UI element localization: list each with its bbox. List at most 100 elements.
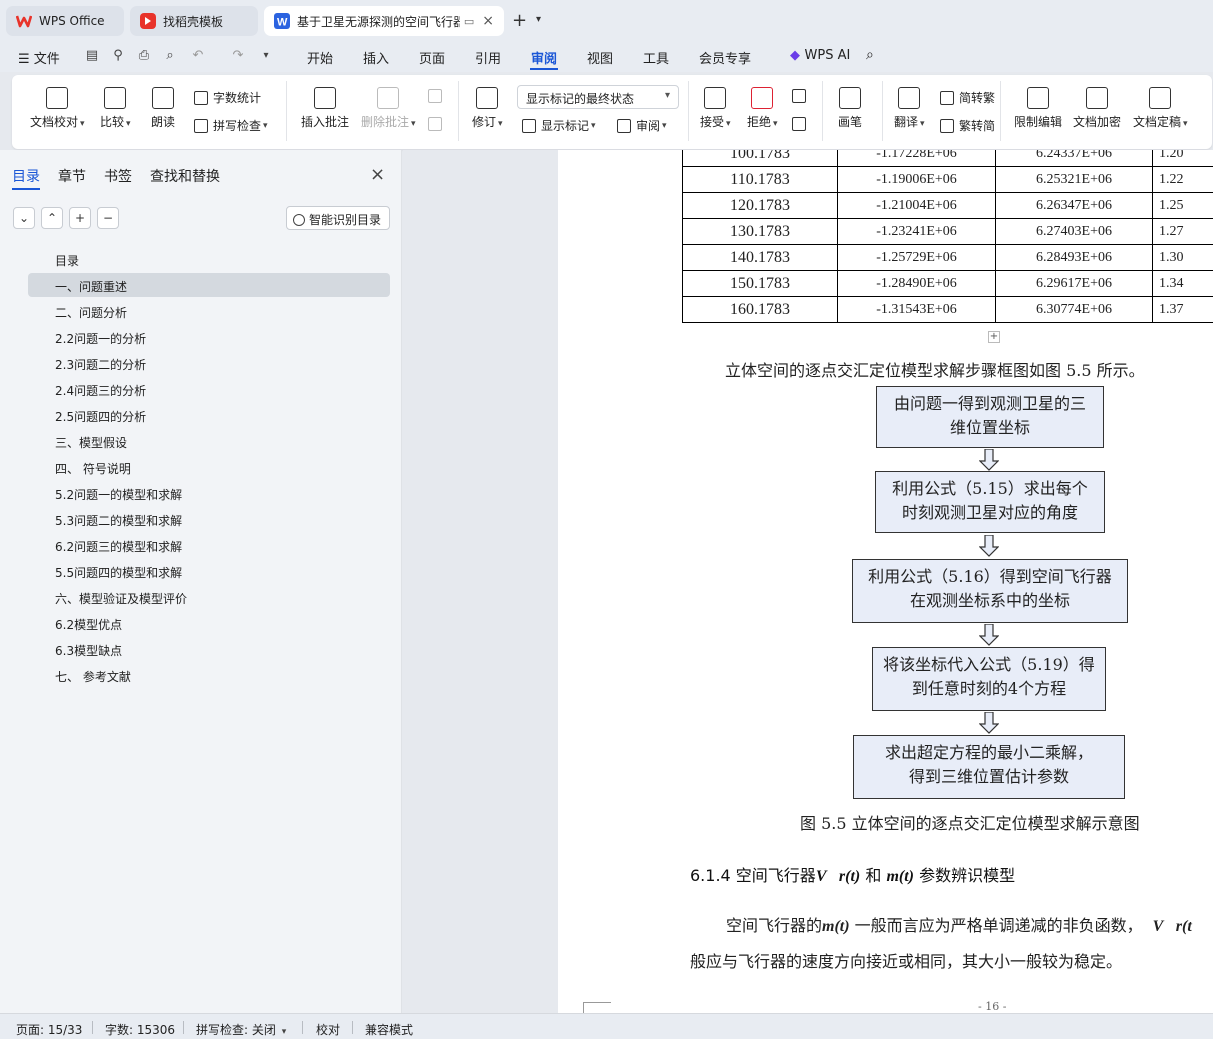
toc-item[interactable]: 5.3问题二的模型和求解	[28, 507, 390, 531]
table-cell: 6.28493E+06	[995, 244, 1153, 271]
tab-docer[interactable]: 找稻壳模板	[130, 6, 258, 36]
toc-item[interactable]: 5.5问题四的模型和求解	[28, 559, 390, 583]
read-aloud-button[interactable]: 朗读	[151, 87, 175, 130]
insert-comment-button[interactable]: 插入批注	[301, 87, 349, 130]
toc-item[interactable]: 6.2问题三的模型和求解	[28, 533, 390, 557]
doc-encrypt-button[interactable]: 文档加密	[1073, 87, 1121, 130]
search-icon[interactable]: ⌕	[866, 47, 874, 63]
close-icon[interactable]: ×	[482, 13, 494, 29]
review-pane-button[interactable]: 审阅 ▾	[617, 117, 667, 134]
toc-item[interactable]: 目录	[28, 247, 390, 271]
next-change-icon[interactable]	[792, 117, 811, 131]
chevron-down-icon[interactable]: ▾	[536, 14, 541, 25]
add-heading-icon[interactable]: +	[69, 207, 91, 229]
pen-icon	[839, 87, 861, 109]
table-cell: 1.27	[1152, 218, 1213, 245]
save-icon[interactable]: ▤	[84, 48, 100, 64]
tab-find-replace[interactable]: 查找和替换	[150, 166, 220, 186]
smart-toc-button[interactable]: 智能识别目录	[286, 206, 390, 230]
doc-proof-button[interactable]: 文档校对 ▾	[30, 87, 85, 130]
delete-comment-button[interactable]: 删除批注 ▾	[361, 87, 416, 130]
status-divider	[183, 1021, 184, 1034]
file-menu[interactable]: ☰ 文件	[18, 48, 60, 67]
traditional-to-simplified-button[interactable]: 繁转简	[940, 117, 995, 134]
tab-chapters[interactable]: 章节	[58, 166, 86, 186]
expand-down-icon[interactable]: ⌄	[13, 207, 35, 229]
tab-bar: WPS Office 找稻壳模板 W 基于卫星无源探测的空间飞行器 ▭ × + …	[0, 0, 1213, 40]
translate-button[interactable]: 翻译 ▾	[894, 87, 925, 130]
doc-finalize-button[interactable]: 文档定稿 ▾	[1133, 87, 1188, 130]
word-count-button[interactable]: 字数统计	[194, 89, 261, 106]
print-preview-icon[interactable]: ⌕	[162, 48, 178, 64]
simplified-to-traditional-button[interactable]: 简转繁	[940, 89, 995, 106]
menu-insert[interactable]: 插入	[363, 48, 389, 67]
menu-member[interactable]: 会员专享	[699, 48, 751, 67]
undo-icon[interactable]: ↶	[190, 48, 206, 64]
track-changes-button[interactable]: 修订 ▾	[472, 87, 503, 130]
toc-item[interactable]: 七、 参考文献	[28, 663, 390, 687]
tab-toc[interactable]: 目录	[12, 166, 40, 186]
toc-item[interactable]: 6.3模型缺点	[28, 637, 390, 661]
reject-button[interactable]: 拒绝 ▾	[747, 87, 778, 130]
toc-item[interactable]: 5.2问题一的模型和求解	[28, 481, 390, 505]
table-cell: 6.29617E+06	[995, 270, 1153, 297]
accept-icon	[704, 87, 727, 109]
flow-step-3: 利用公式（5.16）得到空间飞行器 在观测坐标系中的坐标	[852, 559, 1128, 623]
accept-button[interactable]: 接受 ▾	[700, 87, 731, 130]
toc-item[interactable]: 2.3问题二的分析	[28, 351, 390, 375]
toc-item-selected[interactable]: 一、问题重述	[28, 273, 390, 297]
show-markup-button[interactable]: 显示标记 ▾	[522, 117, 596, 134]
print-icon[interactable]: ⎙	[136, 48, 152, 64]
collapse-up-icon[interactable]: ⌃	[41, 207, 63, 229]
chevron-down-icon[interactable]: ▾	[258, 48, 274, 64]
add-row-icon[interactable]: +	[988, 331, 1000, 343]
reject-icon	[751, 87, 774, 109]
toc-item[interactable]: 6.2模型优点	[28, 611, 390, 635]
remove-heading-icon[interactable]: −	[97, 207, 119, 229]
word-count-indicator[interactable]: 字数: 15306	[105, 1021, 175, 1038]
active-menu-indicator	[530, 68, 558, 70]
table-row: 130.1783 -1.23241E+06 6.27403E+06 1.27	[682, 218, 1213, 245]
document-canvas[interactable]: 100.1783 -1.17228E+06 6.24337E+06 1.20 110.1…	[403, 150, 1213, 1013]
toc-item[interactable]: 六、模型验证及模型评价	[28, 585, 390, 609]
toc-item[interactable]: 三、模型假设	[28, 429, 390, 453]
close-icon[interactable]: ×	[370, 164, 385, 185]
table-cell: 130.1783	[682, 218, 838, 245]
proof-status[interactable]: 校对	[316, 1021, 340, 1038]
menu-reference[interactable]: 引用	[475, 48, 501, 67]
compare-button[interactable]: 比较 ▾	[100, 87, 131, 130]
flow-arrow-icon	[979, 535, 999, 557]
next-comment-icon[interactable]	[428, 117, 447, 131]
table-cell: 6.30774E+06	[995, 296, 1153, 323]
redo-icon[interactable]: ↷	[230, 48, 246, 64]
toc-item[interactable]: 2.2问题一的分析	[28, 325, 390, 349]
share-icon[interactable]: ⚲	[110, 48, 126, 64]
restrict-edit-button[interactable]: 限制编辑	[1014, 87, 1062, 130]
spell-check-status[interactable]: 拼写检查: 关闭 ▾	[196, 1021, 286, 1038]
document-page[interactable]: 100.1783 -1.17228E+06 6.24337E+06 1.20 110.1…	[558, 150, 1213, 1013]
menu-page[interactable]: 页面	[419, 48, 445, 67]
toc-item[interactable]: 二、问题分析	[28, 299, 390, 323]
prev-comment-icon[interactable]	[428, 89, 447, 103]
wps-ai-button[interactable]: ◆ WPS AI	[790, 48, 850, 63]
menu-home[interactable]: 开始	[307, 48, 333, 67]
toc-item[interactable]: 四、 符号说明	[28, 455, 390, 479]
menu-view[interactable]: 视图	[587, 48, 613, 67]
toc-item[interactable]: 2.5问题四的分析	[28, 403, 390, 427]
toc-item[interactable]: 2.4问题三的分析	[28, 377, 390, 401]
tab-label: WPS Office	[39, 14, 105, 28]
pen-button[interactable]: 画笔	[838, 87, 862, 130]
tab-document[interactable]: W 基于卫星无源探测的空间飞行器 ▭ ×	[264, 6, 504, 36]
prev-change-icon[interactable]	[792, 89, 811, 103]
markup-display-select[interactable]: 显示标记的最终状态 ▾	[517, 85, 679, 109]
tab-bookmarks[interactable]: 书签	[104, 166, 132, 186]
new-tab-icon[interactable]: +	[512, 10, 527, 31]
page-indicator[interactable]: 页面: 15/33	[16, 1021, 82, 1038]
spell-check-button[interactable]: 拼写检查 ▾	[194, 117, 268, 134]
lock-doc-icon	[1027, 87, 1049, 109]
menu-tools[interactable]: 工具	[643, 48, 669, 67]
tab-wps-office[interactable]: WPS Office	[6, 6, 124, 36]
menu-review[interactable]: 审阅	[531, 48, 557, 67]
status-divider	[302, 1021, 303, 1034]
flow-arrow-icon	[979, 712, 999, 734]
